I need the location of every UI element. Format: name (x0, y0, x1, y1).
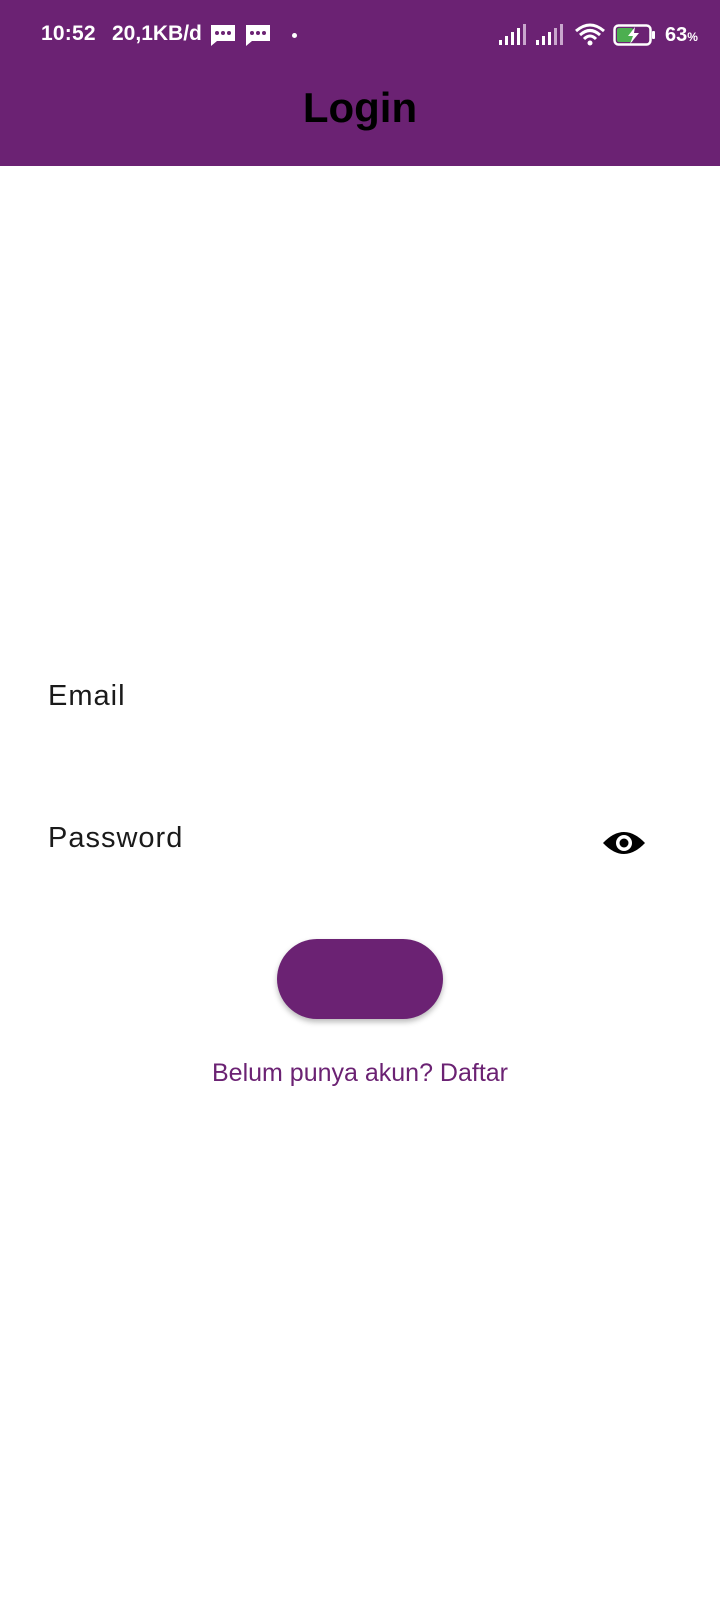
login-screen: 10:52 20,1KB/d 63% Login Email Password … (0, 0, 720, 1600)
page-title: Login (302, 84, 418, 131)
email-input[interactable] (48, 670, 668, 730)
status-network-speed: 20,1KB/d (112, 22, 202, 45)
status-time: 10:52 (41, 22, 96, 45)
message-icon (246, 25, 270, 46)
status-bar: 10:52 20,1KB/d 63% (0, 0, 720, 72)
eye-icon[interactable] (601, 828, 647, 858)
signal-icon (499, 24, 526, 45)
signal-icon (536, 24, 563, 45)
email-field[interactable]: Email (48, 670, 668, 730)
battery-percent: 63% (665, 24, 698, 46)
register-link[interactable]: Belum punya akun? Daftar (0, 1059, 720, 1088)
notification-dot (292, 33, 297, 38)
app-bar: 10:52 20,1KB/d 63% Login (0, 0, 720, 166)
battery-charging-icon (613, 24, 655, 46)
password-field[interactable]: Password (48, 812, 668, 872)
wifi-icon (575, 23, 605, 46)
message-icon (211, 25, 235, 46)
password-input[interactable] (48, 812, 668, 872)
login-button[interactable] (277, 939, 443, 1019)
